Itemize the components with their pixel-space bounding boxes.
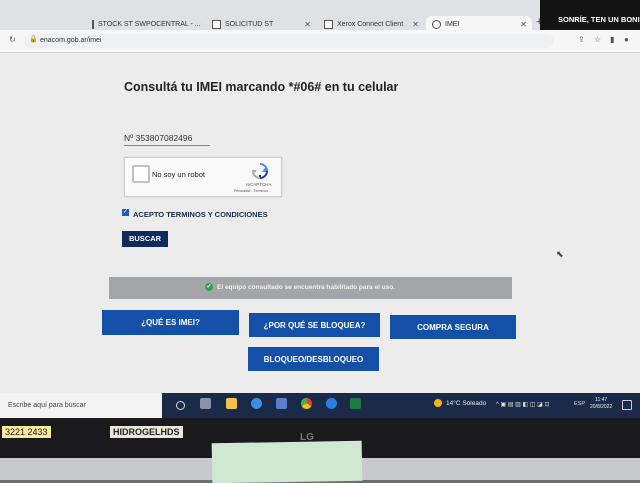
- system-tray[interactable]: ^ ▣ ▤ ▥ ◧ ◫ ◪ ⊡: [496, 401, 550, 408]
- reload-icon[interactable]: ↻: [9, 35, 16, 44]
- label-note: HIDROGELHDS: [110, 426, 183, 438]
- search-icon[interactable]: [176, 401, 185, 410]
- date: 20/8/2022: [590, 404, 613, 410]
- result-alert: ✓ El equipo consultado se encuentra habil…: [109, 277, 512, 299]
- que-es-imei-button[interactable]: ¿QUÉ ES IMEI?: [102, 310, 239, 335]
- recaptcha-brand: reCAPTCHA: [246, 182, 272, 187]
- sticky-note: 3221 2433: [2, 426, 51, 438]
- search-button[interactable]: BUSCAR: [122, 231, 168, 247]
- close-icon[interactable]: ✕: [201, 20, 202, 29]
- tab-label: IMEI: [445, 20, 460, 28]
- file-explorer-icon[interactable]: [226, 398, 237, 409]
- taskbar-search[interactable]: Escribe aquí para buscar: [0, 393, 162, 418]
- recaptcha-label: No soy un robot: [152, 170, 205, 179]
- url-text: enacom.gob.ar/imei: [40, 37, 102, 44]
- weather-text: 14°C Soleado: [446, 399, 487, 407]
- clock-icon[interactable]: [326, 398, 337, 409]
- check-circle-icon: ✓: [205, 283, 213, 292]
- sun-icon: [434, 399, 442, 407]
- sidepanel-icon[interactable]: ▮: [610, 35, 614, 44]
- page-title: Consultá tu IMEI marcando *#06# en tu ce…: [124, 80, 399, 94]
- monitor-screen: STOCK ST SWPOCENTRAL - ... ✕ SOLICITUD S…: [0, 0, 640, 418]
- tab-label: SOLICITUD ST: [225, 20, 274, 28]
- task-view-icon[interactable]: [200, 398, 211, 409]
- page-icon: [92, 19, 94, 29]
- excel-icon[interactable]: [350, 398, 361, 409]
- close-icon[interactable]: ✕: [304, 20, 311, 29]
- page-icon: [324, 19, 333, 29]
- search-placeholder: Escribe aquí para buscar: [8, 402, 86, 409]
- notification-icon[interactable]: [622, 400, 632, 410]
- lock-icon[interactable]: 🔒: [29, 35, 38, 43]
- teams-icon[interactable]: [251, 398, 262, 409]
- weather-widget[interactable]: 14°C Soleado: [434, 399, 486, 407]
- page-icon: [432, 19, 441, 29]
- page-content: [0, 53, 640, 393]
- chrome-icon[interactable]: [301, 398, 312, 409]
- page-icon: [212, 19, 221, 29]
- address-bar[interactable]: enacom.gob.ar/imei: [24, 34, 554, 48]
- tab-label: STOCK ST SWPOCENTRAL - ...: [98, 20, 201, 28]
- time: 11:47: [595, 397, 608, 403]
- close-icon[interactable]: ✕: [412, 20, 419, 29]
- terms-label: ACEPTO TERMINOS Y CONDICIONES: [133, 210, 268, 219]
- green-sticky-note: [211, 440, 363, 483]
- tab-label: Xerox Connect Client: [337, 20, 404, 28]
- star-icon[interactable]: ☆: [594, 35, 601, 44]
- profile-icon[interactable]: ●: [624, 35, 629, 44]
- recaptcha-checkbox[interactable]: [132, 165, 150, 183]
- bloqueo-desbloqueo-button[interactable]: BLOQUEO/DESBLOQUEO: [248, 347, 379, 371]
- app-icon[interactable]: [276, 398, 287, 409]
- result-message: El equipo consultado se encuentra habili…: [217, 284, 396, 291]
- language-indicator[interactable]: ESP: [574, 401, 585, 407]
- clock[interactable]: 11:47 20/8/2022: [590, 397, 612, 411]
- mouse-cursor-icon: ⬉: [556, 249, 564, 259]
- terms-checkbox[interactable]: ✓: [122, 209, 129, 216]
- recaptcha-icon: [252, 163, 268, 179]
- close-icon[interactable]: ✕: [520, 20, 527, 29]
- recaptcha-links[interactable]: Privacidad - Términos: [234, 189, 268, 193]
- share-icon[interactable]: ⇪: [578, 35, 585, 44]
- por-que-se-bloquea-button[interactable]: ¿POR QUÉ SE BLOQUEA?: [249, 313, 380, 337]
- imei-input[interactable]: [124, 131, 210, 146]
- compra-segura-button[interactable]: COMPRA SEGURA: [390, 315, 516, 339]
